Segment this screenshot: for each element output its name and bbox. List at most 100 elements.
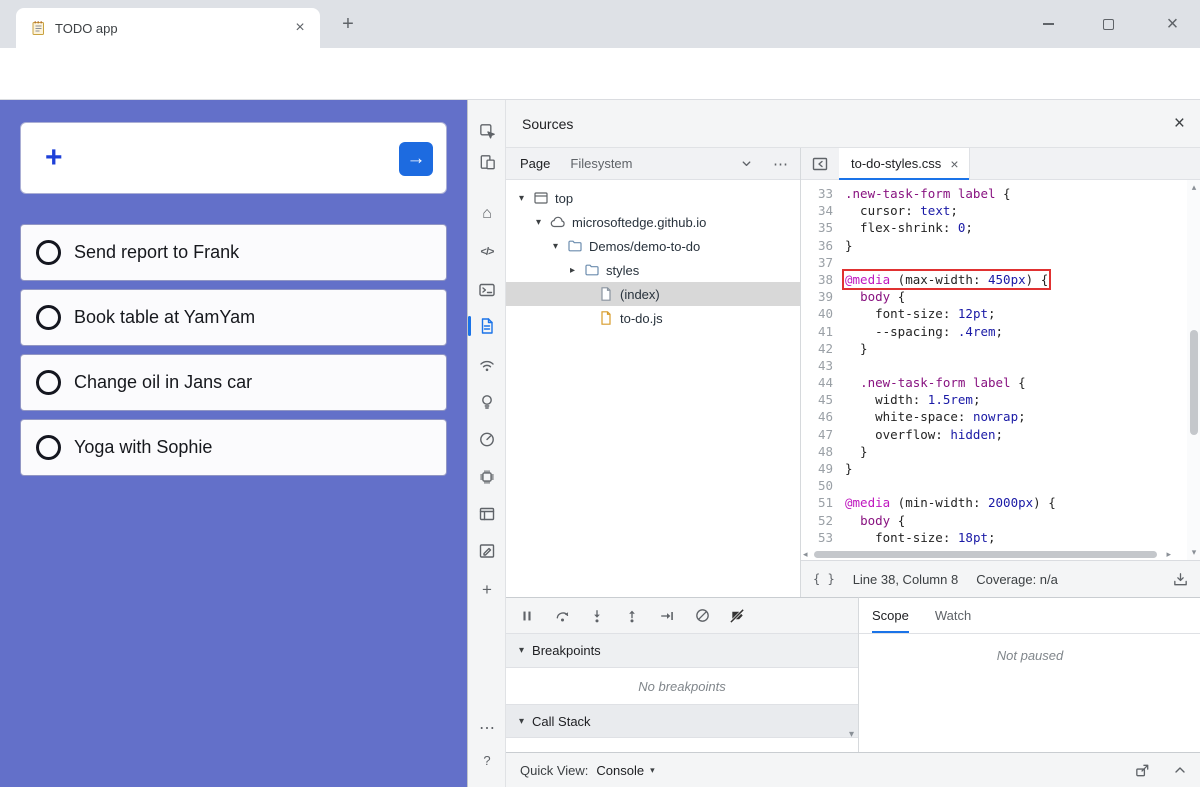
line-number[interactable]: 52 (801, 512, 845, 529)
dont-pause-on-exceptions-icon[interactable] (728, 607, 746, 625)
code-line-content[interactable]: @media (min-width: 2000px) { (845, 494, 1056, 511)
network-panel-icon[interactable] (468, 350, 506, 380)
quick-view-select[interactable]: Console ▾ (596, 763, 654, 778)
tree-item-microsoftedge-github-io[interactable]: ▾microsoftedge.github.io (506, 210, 800, 234)
edit-tools-panel-icon[interactable] (468, 536, 506, 566)
line-number[interactable]: 36 (801, 237, 845, 254)
line-number[interactable]: 41 (801, 323, 845, 340)
coverage-status[interactable]: Coverage: n/a (976, 572, 1058, 587)
line-number[interactable]: 44 (801, 374, 845, 391)
window-minimize-button[interactable] (1025, 0, 1071, 48)
chevron-down-icon[interactable]: ▾ (533, 217, 544, 228)
horizontal-scroll-thumb[interactable] (814, 551, 1157, 558)
deactivate-breakpoints-icon[interactable] (693, 607, 711, 625)
line-number[interactable]: 49 (801, 460, 845, 477)
tab-close-icon[interactable]: × (290, 18, 310, 38)
code-line-content[interactable]: flex-shrink: 0; (845, 219, 973, 236)
new-tab-button[interactable]: + (334, 10, 362, 38)
step-out-icon[interactable] (623, 607, 641, 625)
line-number[interactable]: 50 (801, 477, 845, 494)
browser-tab[interactable]: TODO app × (16, 8, 320, 48)
sources-panel-icon[interactable] (468, 311, 506, 341)
issues-lightbulb-icon[interactable] (468, 387, 506, 417)
line-number[interactable]: 51 (801, 494, 845, 511)
window-maximize-button[interactable] (1085, 0, 1131, 48)
devtools-close-icon[interactable]: × (1174, 113, 1185, 135)
file-tab-active[interactable]: to-do-styles.css × (839, 148, 970, 180)
line-number[interactable]: 47 (801, 426, 845, 443)
add-task-button[interactable]: → (399, 142, 433, 176)
code-line-content[interactable]: } (845, 237, 853, 254)
tab-page[interactable]: Page (520, 156, 550, 171)
step-into-icon[interactable] (588, 607, 606, 625)
code-line-content[interactable]: .new-task-form label { (845, 185, 1011, 202)
task-checkbox-icon[interactable] (36, 240, 61, 265)
task-checkbox-icon[interactable] (36, 435, 61, 460)
inspect-icon[interactable] (468, 116, 506, 146)
step-icon[interactable] (658, 607, 676, 625)
tab-watch[interactable]: Watch (935, 598, 971, 633)
code-line-content[interactable]: body { (845, 512, 905, 529)
download-tray-icon[interactable] (1172, 571, 1189, 588)
chevron-up-icon[interactable] (1173, 763, 1187, 777)
code-line-content[interactable]: --spacing: .4rem; (845, 323, 1003, 340)
scroll-left-icon[interactable]: ◂ (803, 549, 808, 560)
navigator-more-icon[interactable]: ⋯ (773, 155, 788, 173)
line-number[interactable]: 42 (801, 340, 845, 357)
tab-scope[interactable]: Scope (872, 598, 909, 633)
window-close-button[interactable]: × (1145, 0, 1200, 48)
code-line-content[interactable]: } (845, 460, 853, 477)
vertical-scroll-thumb[interactable] (1190, 330, 1198, 435)
code-line-content[interactable]: overflow: hidden; (845, 426, 1003, 443)
application-panel-icon[interactable] (468, 499, 506, 529)
code-area[interactable]: 33.new-task-form label {34 cursor: text;… (801, 180, 1187, 548)
chevron-down-icon[interactable]: ▾ (516, 193, 527, 204)
task-item[interactable]: Book table at YamYam (20, 289, 447, 346)
line-number[interactable]: 53 (801, 529, 845, 546)
pause-icon[interactable] (518, 607, 536, 625)
welcome-home-icon[interactable]: ⌂ (468, 199, 506, 229)
task-checkbox-icon[interactable] (36, 305, 61, 330)
file-tab-close-icon[interactable]: × (950, 156, 958, 172)
tree-item-top[interactable]: ▾top (506, 186, 800, 210)
elements-panel-icon[interactable]: </> (468, 237, 506, 267)
step-over-icon[interactable] (553, 607, 571, 625)
line-number[interactable]: 43 (801, 357, 845, 374)
line-number[interactable]: 40 (801, 305, 845, 322)
expand-panel-icon[interactable] (1134, 762, 1151, 779)
pretty-print-icon[interactable]: { } (813, 572, 835, 586)
tree-item-styles[interactable]: ▸styles (506, 258, 800, 282)
new-task-form[interactable]: + → (20, 122, 447, 194)
code-line-content[interactable]: } (845, 443, 868, 460)
line-number[interactable]: 33 (801, 185, 845, 202)
scroll-right-icon[interactable]: ▸ (1166, 549, 1171, 560)
line-number[interactable]: 48 (801, 443, 845, 460)
help-icon[interactable]: ? (468, 745, 506, 775)
console-panel-icon[interactable] (468, 275, 506, 305)
task-checkbox-icon[interactable] (36, 370, 61, 395)
line-number[interactable]: 37 (801, 254, 845, 271)
chevron-right-icon[interactable]: ▸ (567, 265, 578, 276)
code-line-content[interactable]: body { (845, 288, 905, 305)
scroll-down-icon[interactable]: ▾ (1187, 547, 1200, 558)
code-line-content[interactable]: cursor: text; (845, 202, 958, 219)
line-number[interactable]: 45 (801, 391, 845, 408)
task-item[interactable]: Yoga with Sophie (20, 419, 447, 476)
more-tools-plus-icon[interactable]: + (468, 575, 506, 605)
tree-item-index[interactable]: (index) (506, 282, 800, 306)
line-number[interactable]: 39 (801, 288, 845, 305)
device-emulation-icon[interactable] (468, 147, 506, 177)
scroll-up-icon[interactable]: ▴ (1187, 182, 1200, 193)
code-line-content[interactable]: font-size: 12pt; (845, 305, 996, 322)
task-item[interactable]: Change oil in Jans car (20, 354, 447, 411)
performance-panel-icon[interactable] (468, 424, 506, 454)
tab-filesystem[interactable]: Filesystem (570, 156, 632, 171)
line-number[interactable]: 38 (801, 271, 845, 288)
line-number[interactable]: 46 (801, 408, 845, 425)
tree-item-demos-demo-to-do[interactable]: ▾Demos/demo-to-do (506, 234, 800, 258)
more-options-icon[interactable]: ⋯ (468, 713, 506, 743)
scroll-down-icon[interactable]: ▾ (849, 729, 854, 740)
line-number[interactable]: 35 (801, 219, 845, 236)
chevron-down-icon[interactable] (740, 157, 753, 170)
code-line-content[interactable]: width: 1.5rem; (845, 391, 980, 408)
